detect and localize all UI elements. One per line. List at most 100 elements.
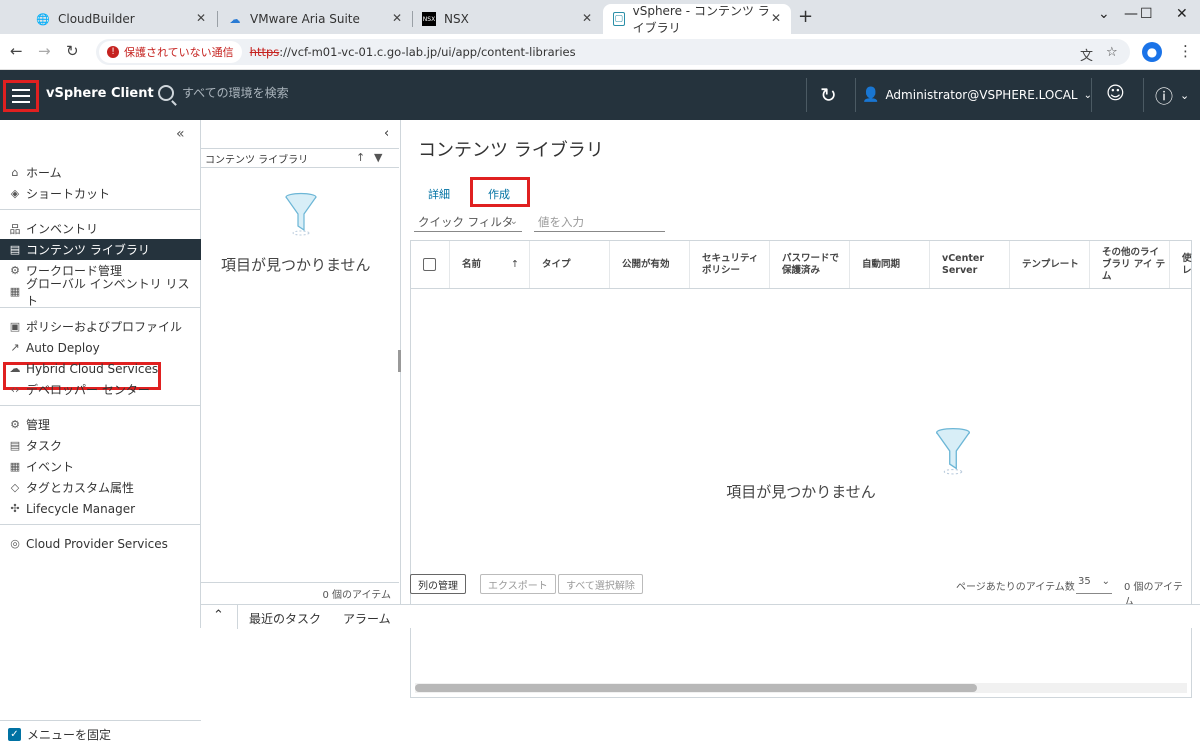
column-header[interactable]: vCenter Server <box>929 241 1009 288</box>
admin-icon: ⚙ <box>10 418 20 431</box>
nav-item-home[interactable]: ⌂ ホーム <box>0 162 201 183</box>
nav-item-tag[interactable]: ◇ タグとカスタム属性 <box>0 477 201 498</box>
hamburger-menu-button[interactable] <box>3 80 39 112</box>
bottom-panel-bar: ⌃ 最近のタスク アラーム <box>201 604 1200 629</box>
filter-icon[interactable]: ▼ <box>374 151 382 164</box>
column-header[interactable]: その他のライ ブラリ アイ テム <box>1089 241 1169 288</box>
back-icon[interactable]: ← <box>10 42 23 60</box>
policy-icon: ▣ <box>9 320 21 333</box>
refresh-icon[interactable]: ↻ <box>820 83 837 107</box>
alarms-tab[interactable]: アラーム <box>343 610 391 627</box>
nav-item-label: Cloud Provider Services <box>26 536 168 551</box>
pin-menu-toggle[interactable]: ✓ メニューを固定 <box>0 720 201 748</box>
sort-ascending-icon[interactable]: ↑ <box>511 259 519 271</box>
column-header[interactable]: 名前 ↑ <box>449 241 529 288</box>
nav-item-tasks[interactable]: ▤ タスク <box>0 435 201 456</box>
nav-item-cloud-provider[interactable]: ◎ Cloud Provider Services <box>0 533 201 554</box>
profile-avatar-icon[interactable]: ● <box>1142 42 1162 62</box>
close-icon[interactable]: ✕ <box>392 11 402 25</box>
feedback-smiley-icon[interactable]: ☺ <box>1106 83 1125 104</box>
left-navigation: « ✓ メニューを固定 ⌂ ホーム ◈ ショートカット品インベントリ ▤ コンテンツ ライ… <box>0 120 201 742</box>
new-tab-button[interactable]: + <box>798 6 813 27</box>
nav-item-label: ポリシーおよびプロファイル <box>26 320 183 334</box>
nav-item-cloud[interactable]: ☁ Hybrid Cloud Services <box>0 358 201 379</box>
security-warning[interactable]: ! 保護されていない通信 <box>99 41 242 63</box>
nav-item-code[interactable]: ‹› デベロッパー センター <box>0 379 201 400</box>
collapse-pane-icon[interactable]: ‹ <box>384 126 389 141</box>
column-header[interactable]: タイプ <box>529 241 609 288</box>
collapse-nav-icon[interactable]: « <box>176 126 185 142</box>
translate-icon[interactable]: 文 <box>1080 45 1093 64</box>
global-search[interactable]: すべての環境を検索 <box>158 84 289 101</box>
tab-search-icon[interactable]: ⌄ <box>1098 6 1110 22</box>
close-icon[interactable]: ✕ <box>582 11 592 25</box>
cloud-icon: ☁ <box>9 362 21 375</box>
user-icon: 👤 <box>862 87 880 103</box>
horizontal-scrollbar[interactable] <box>415 683 1187 693</box>
url-bar[interactable]: ! 保護されていない通信 https://vcf-m01-vc-01.c.go-… <box>96 39 1130 65</box>
manage-columns-button[interactable]: 列の管理 <box>410 574 466 594</box>
quick-filter-dropdown[interactable]: クイック フィルタ ⌄ <box>414 212 522 232</box>
content-library-icon: ▤ <box>9 243 21 256</box>
nav-item-global-inventory[interactable]: ▦ グローバル インベントリ リスト <box>0 277 201 308</box>
per-page-label: ページあたりのアイテム数 <box>956 582 1075 593</box>
column-header[interactable]: 使 レ <box>1169 241 1199 288</box>
lifecycle-icon: ✣ <box>10 502 20 515</box>
tab-title: VMware Aria Suite <box>250 12 360 26</box>
close-icon[interactable]: ✕ <box>771 11 781 25</box>
pane-splitter[interactable] <box>398 350 401 372</box>
nav-item-lifecycle[interactable]: ✣ Lifecycle Manager <box>0 498 201 519</box>
chevron-down-icon[interactable]: ⌄ <box>1180 89 1189 102</box>
per-page-select[interactable]: 35 ⌄ <box>1076 576 1112 594</box>
nav-item-label: ホーム <box>26 166 62 180</box>
workload-icon: ⚙ <box>10 264 20 277</box>
nav-item-shortcut[interactable]: ◈ ショートカット <box>0 183 201 204</box>
browser-tab-cloudbuilder[interactable]: 🌐 CloudBuilder ✕ <box>26 4 216 34</box>
warning-icon: ! <box>107 46 119 58</box>
events-icon: ▦ <box>9 460 21 473</box>
close-icon[interactable]: ✕ <box>196 11 206 25</box>
minimize-icon[interactable]: — <box>1124 6 1138 22</box>
nav-item-admin[interactable]: ⚙ 管理 <box>0 414 201 435</box>
filter-value-input[interactable]: 値を入力 <box>534 212 665 232</box>
help-icon[interactable]: ⓘ <box>1155 83 1173 109</box>
nav-item-policy[interactable]: ▣ ポリシーおよびプロファイル <box>0 316 201 337</box>
deselect-all-button[interactable]: すべて選択解除 <box>558 574 643 594</box>
empty-funnel-icon <box>935 427 971 475</box>
nav-item-inventory[interactable]: 品インベントリ <box>0 218 201 239</box>
browser-tab-nsx[interactable]: NSX NSX ✕ <box>412 4 602 34</box>
nav-item-content-library[interactable]: ▤ コンテンツ ライブラリ <box>0 239 201 260</box>
nav-divider <box>0 307 201 308</box>
details-link[interactable]: 詳細 <box>414 180 464 206</box>
select-all-checkbox[interactable] <box>423 258 436 271</box>
column-header[interactable]: テンプレート <box>1009 241 1089 288</box>
reload-icon[interactable]: ↻ <box>66 42 79 60</box>
user-menu[interactable]: 👤 Administrator@VSPHERE.LOCAL ⌄ <box>862 87 1092 103</box>
recent-tasks-tab[interactable]: 最近のタスク <box>249 610 321 627</box>
sort-up-icon[interactable]: ↑ <box>356 151 365 164</box>
forward-icon[interactable]: → <box>38 42 51 60</box>
browser-tab-aria[interactable]: ☁ VMware Aria Suite ✕ <box>218 4 412 34</box>
nav-item-label: グローバル インベントリ リスト <box>25 276 190 308</box>
grid-footer: 列の管理 エクスポート すべて選択解除 ページあたりのアイテム数 35 ⌄ 0 個… <box>410 572 1192 608</box>
export-button[interactable]: エクスポート <box>480 574 556 594</box>
search-placeholder: すべての環境を検索 <box>182 86 289 100</box>
url-text[interactable]: https://vcf-m01-vc-01.c.go-lab.jp/ui/app… <box>250 45 576 59</box>
nav-item-label: Lifecycle Manager <box>26 501 136 516</box>
chevron-up-icon[interactable]: ⌃ <box>213 608 224 623</box>
nav-divider <box>0 405 201 406</box>
column-header[interactable]: セキュリティ ポリシー <box>689 241 769 288</box>
nav-item-events[interactable]: ▦ イベント <box>0 456 201 477</box>
column-header[interactable]: パスワードで 保護済み <box>769 241 849 288</box>
window-close-icon[interactable]: ✕ <box>1176 6 1188 22</box>
tree-empty-message: 項目が見つかりません <box>221 256 371 274</box>
scrollbar-thumb[interactable] <box>415 684 977 692</box>
browser-tab-vsphere[interactable]: ▢ vSphere - コンテンツ ライブラリ ✕ <box>603 4 791 35</box>
nav-item-auto-deploy[interactable]: ↗ Auto Deploy <box>0 337 201 358</box>
checkbox-checked-icon[interactable]: ✓ <box>8 728 21 741</box>
column-header[interactable]: 自動同期 <box>849 241 929 288</box>
maximize-icon[interactable]: ☐ <box>1140 6 1153 22</box>
bookmark-star-icon[interactable]: ☆ <box>1106 45 1118 60</box>
column-header[interactable]: 公開が有効 <box>609 241 689 288</box>
browser-menu-icon[interactable]: ⋮ <box>1178 42 1193 60</box>
